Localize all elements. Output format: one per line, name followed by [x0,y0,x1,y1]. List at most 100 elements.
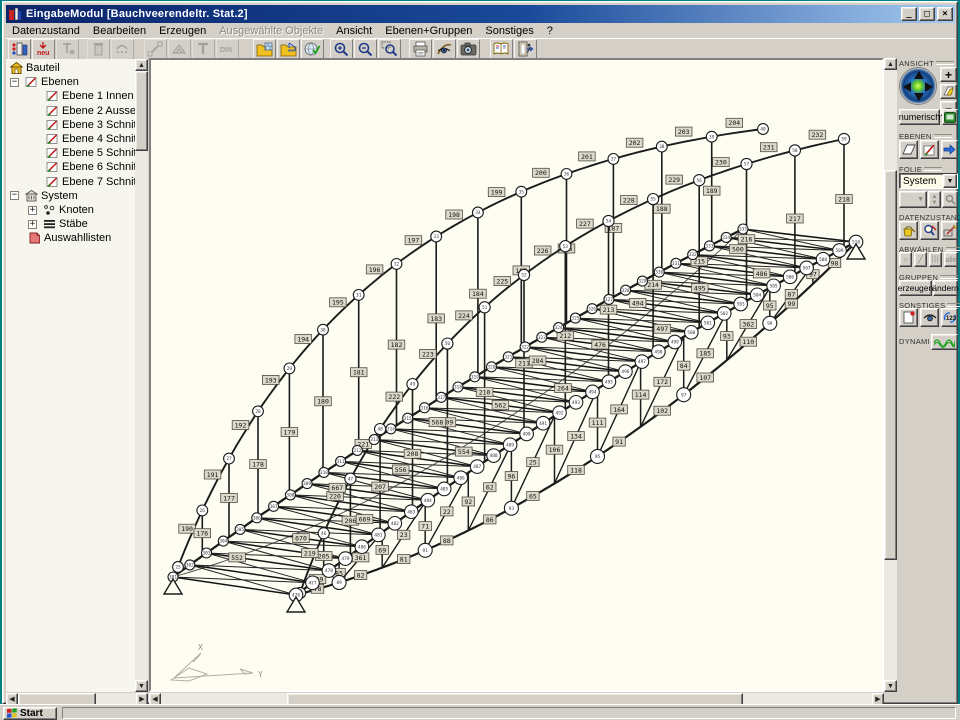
svg-text:307: 307 [270,504,278,510]
tree-item-ebene-7-schnitt-5[interactable]: Ebene 7 Schnitt 5 [46,175,135,189]
tree-expander[interactable]: − [10,78,19,87]
tree-expander[interactable]: − [10,191,19,200]
view-rotate-pad[interactable] [899,67,937,105]
print-button[interactable] [409,39,432,60]
project-button[interactable] [8,39,31,60]
folie-toggle-button[interactable] [940,84,957,99]
scroll-thumb[interactable] [135,71,148,151]
chevron-down-icon[interactable]: ▼ [943,174,957,188]
canvas-vertical-scrollbar[interactable]: ▲ ▼ [884,58,897,692]
tree-item-ebene-2-aussen[interactable]: Ebene 2 Aussen [46,104,135,118]
tree-item-auswahllisten[interactable]: Auswahllisten [28,231,111,245]
search-edit-icon [923,224,937,237]
menu-bearbeiten[interactable]: Bearbeiten [87,24,153,38]
tree-item-system[interactable]: −System [10,189,78,203]
close-button[interactable]: × [937,7,953,21]
group-create-button[interactable]: erzeugen [899,280,932,296]
folie-select[interactable]: System ▼ [899,173,958,189]
plane-view-button[interactable] [899,140,918,159]
taskbar-tray[interactable] [62,707,956,719]
renumber-button[interactable]: 123 [941,308,958,327]
tree-vertical-scrollbar[interactable]: ▲ ▼ [135,59,148,692]
camera-button[interactable] [457,39,480,60]
tree-item-ebene-3-schnitt-1[interactable]: Ebene 3 Schnitt 1 [46,118,135,132]
scroll-down-arrow[interactable]: ▼ [135,680,148,692]
save-view-button[interactable] [942,109,958,125]
rotate-up-arrow[interactable] [914,71,924,79]
model-canvas[interactable]: 2526272829303132333435363738394019019119… [149,58,884,692]
svg-text:123: 123 [946,316,957,322]
data-state-inspect-button[interactable] [920,221,939,240]
svg-text:492: 492 [556,410,564,416]
svg-text:203: 203 [678,128,690,136]
plane-next-button[interactable] [941,140,958,159]
svg-text:311: 311 [337,459,345,465]
svg-text:89: 89 [336,580,342,586]
tree-item-ebene-5-schnitt-3[interactable]: Ebene 5 Schnitt 3 [46,146,135,160]
new-button[interactable]: neu [32,39,55,60]
menu-?[interactable]: ? [541,24,560,38]
scroll-up-arrow[interactable]: ▲ [884,58,897,70]
scroll-thumb[interactable] [884,170,897,560]
svg-text:229: 229 [668,176,680,184]
maximize-button[interactable]: □ [919,7,935,21]
visibility-button[interactable] [920,308,939,327]
data-state-bucket-button[interactable] [899,221,918,240]
zoom-plus-button[interactable]: + [940,67,957,82]
svg-text:491: 491 [539,421,547,427]
globe-check-button[interactable] [301,39,324,60]
tree-item-ebene-4-schnitt-2[interactable]: Ebene 4 Schnitt 2 [46,132,135,146]
rotate-down-arrow[interactable] [914,93,924,101]
svg-text:99: 99 [787,300,795,308]
tree-item-knoten[interactable]: +Knoten [28,203,94,217]
tree-item-ebenen[interactable]: −Ebenen [10,75,79,89]
tree-item-ebene-1-innen[interactable]: Ebene 1 Innen [46,89,134,103]
svg-text:494: 494 [589,390,597,396]
exit-button[interactable] [514,39,537,60]
data-state-apply-button[interactable] [941,221,958,240]
rotate-left-arrow[interactable] [903,82,911,92]
svg-text:499: 499 [671,340,679,346]
view-eye-button[interactable] [433,39,456,60]
tree-expander[interactable]: + [28,206,37,215]
svg-text:317: 317 [437,395,445,401]
folie-icon [943,86,954,97]
plane-edit-button[interactable] [920,140,939,159]
zoom-out-button[interactable] [354,39,377,60]
tree-item-ebene-6-schnitt-4[interactable]: Ebene 6 Schnitt 4 [46,160,135,174]
menu-ebenen-gruppen[interactable]: Ebenen+Gruppen [379,24,479,38]
group-change-button[interactable]: ändern [933,280,958,296]
svg-text:486: 486 [756,270,768,278]
deselect-group-button: ||| [929,252,942,267]
minimize-button[interactable]: _ [901,7,917,21]
project-tree[interactable]: Bauteil−EbenenEbene 1 InnenEbene 2 Ausse… [6,59,135,692]
tree-item-stäbe[interactable]: +Stäbe [28,217,88,231]
menu-erzeugen[interactable]: Erzeugen [153,24,213,38]
dynamics-button[interactable] [931,334,958,350]
scroll-up-arrow[interactable]: ▲ [135,59,148,71]
svg-text:322: 322 [521,345,529,351]
book-button[interactable] [490,39,513,60]
new-icon: neu [35,41,52,57]
zoom-window-button[interactable] [378,39,401,60]
zoom-in-button[interactable] [330,39,353,60]
scroll-down-arrow[interactable]: ▼ [884,680,897,692]
menu-ansicht[interactable]: Ansicht [330,24,379,38]
menu-sonstiges[interactable]: Sonstiges [479,24,540,38]
windows-logo-icon [6,708,18,719]
svg-text:222: 222 [388,393,400,401]
numeric-view-button[interactable]: numerisch [899,109,940,125]
svg-text:97: 97 [681,392,687,398]
folder-wall-button[interactable] [253,39,276,60]
tree-expander[interactable]: + [28,220,37,229]
start-button[interactable]: Start [3,707,57,720]
notes-button[interactable] [899,308,918,327]
rotate-right-arrow[interactable] [925,82,933,92]
svg-text:91: 91 [615,438,623,446]
title-bar[interactable]: EingabeModul [Bauchveerendeltr. Stat.2] … [6,5,955,23]
menu-datenzustand[interactable]: Datenzustand [6,24,87,38]
tree-item-bauteil[interactable]: Bauteil [10,61,60,75]
svg-text:49: 49 [410,382,416,388]
svg-text:329: 329 [638,279,646,285]
folder-measure-button[interactable] [277,39,300,60]
